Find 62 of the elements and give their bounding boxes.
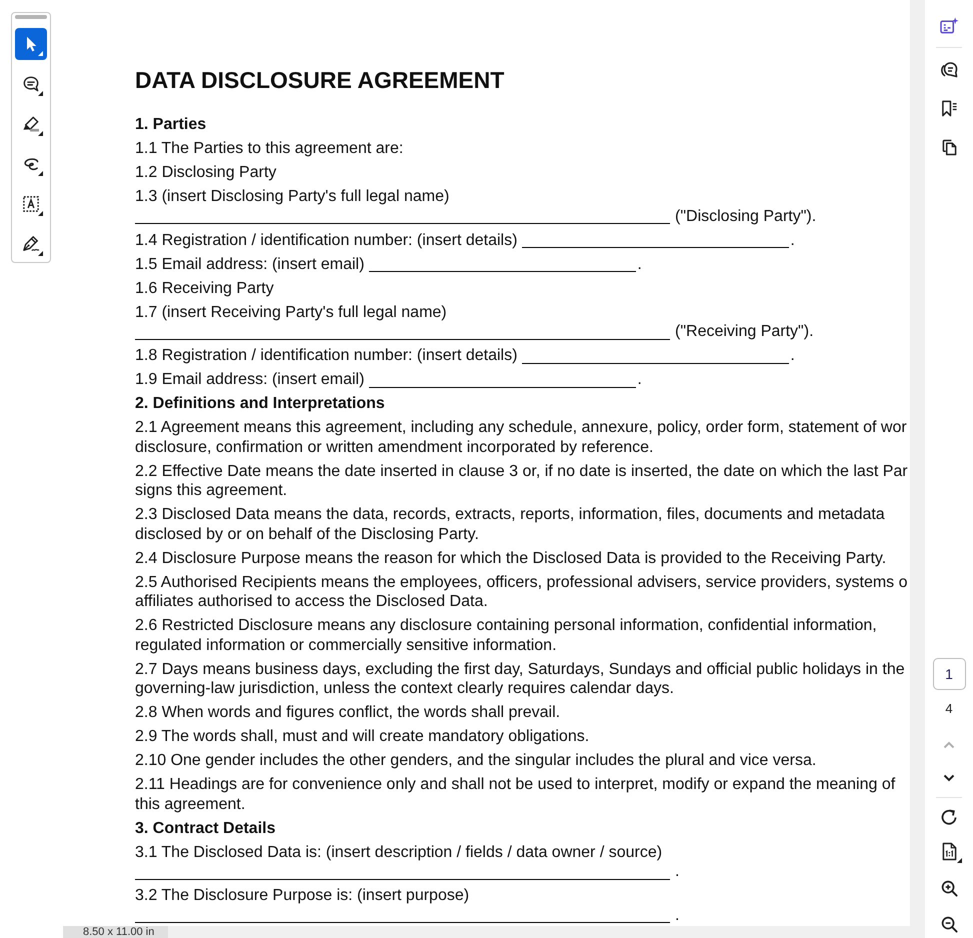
clause-text: 1.2 Disclosing Party	[135, 163, 276, 182]
speech-bubble-icon	[23, 76, 39, 92]
clause-text: 1.8 Registration / identification number: (insert details)	[135, 346, 518, 366]
page-ratio-icon	[942, 842, 956, 860]
clause-text: 2.7 Days means business days, excluding the first day, Saturdays, Sundays and official public holidays in the governing-law jurisdiction, unless the context clearly requires calendar days.	[135, 660, 905, 698]
chevron-down-icon	[943, 774, 955, 782]
bookmark-icon	[940, 100, 958, 116]
clause-text: 2.4 Disclosure Purpose means the reason for which the Disclosed Data is provided to the Receiving Party.	[135, 548, 886, 568]
clause-suffix-text: .	[790, 230, 795, 250]
clause-text: 1.7 (insert Receiving Party's full legal name)	[135, 302, 447, 322]
clause-text: 3.2 The Disclosure Purpose is: (insert purpose)	[135, 886, 470, 906]
clause-text: 2.1 Agreement means this agreement, including any schedule, annexure, policy, order form, statement of wor disclosure, confirmation or written amendment incorporated by reference.	[135, 418, 907, 457]
page-size-label: 8.50 x 11.00 in	[63, 926, 168, 938]
clause-suffix-text: .	[637, 254, 642, 274]
section-heading: 2. Definitions and Interpretations	[135, 394, 385, 414]
clause-text: 2.11 Headings are for convenience only and shall not be used to interpret, modify or expand the meaning of this agreement.	[135, 775, 896, 814]
clause-suffix-text: ("Receiving Party").	[675, 322, 814, 342]
clause-text: 1.1 The Parties to this agreement are:	[135, 139, 404, 158]
caret-icon	[38, 171, 43, 176]
caret-icon	[38, 251, 43, 256]
clause-text: 2.10 One gender includes the other genders, and the singular includes the plural and vice versa.	[135, 751, 816, 770]
cursor-arrow-icon	[26, 36, 36, 52]
page-number-field[interactable]: 1	[932, 658, 966, 690]
copy-pages-icon	[942, 138, 956, 156]
clause-text: 1.6 Receiving Party	[135, 278, 274, 298]
page-count-text: 4	[945, 700, 953, 718]
section-heading: 1. Parties	[135, 115, 206, 134]
chevron-up-icon	[943, 741, 955, 749]
caret-icon	[957, 858, 962, 863]
caret-icon	[38, 51, 43, 56]
sparkle-document-icon	[940, 16, 958, 34]
loop-curve-icon	[22, 157, 40, 171]
caret-icon	[38, 211, 43, 216]
document-title: DATA DISCLOSURE AGREEMENT	[135, 66, 504, 94]
clause-suffix-text: .	[790, 346, 795, 366]
speech-bubbles-icon	[940, 60, 958, 78]
marker-pen-icon	[22, 116, 40, 132]
rotate-clockwise-icon	[940, 808, 958, 826]
clause-text: 1.3 (insert Disclosing Party's full legal name)	[135, 187, 450, 206]
clause-suffix-text: ("Disclosing Party").	[675, 206, 816, 226]
clause-text: 2.8 When words and figures conflict, the words shall prevail.	[135, 703, 560, 722]
caret-icon	[38, 131, 43, 136]
clause-suffix-text: .	[675, 862, 680, 882]
clause-text: 2.3 Disclosed Data means the data, records, extracts, reports, information, files, documents and metadata disclosed by or on behalf of the Disclosing Party.	[135, 505, 885, 544]
pen-nib-icon	[22, 236, 40, 252]
clause-suffix-text: .	[675, 906, 680, 925]
clause-text: 3.1 The Disclosed Data is: (insert description / fields / data owner / source)	[135, 842, 662, 862]
clause-text: 2.6 Restricted Disclosure means any disclosure containing personal information, confidential information, regulated information or commercially sensitive information.	[135, 616, 877, 655]
clause-text: 2.2 Effective Date means the date inserted in clause 3 or, if no date is inserted, the date on which the last Par signs this agreement.	[135, 462, 908, 500]
select-tool-button[interactable]	[15, 28, 47, 60]
clause-text: 1.9 Email address: (insert email)	[135, 370, 364, 390]
zoom-in-icon	[940, 880, 958, 896]
drag-handle[interactable]	[15, 15, 47, 19]
clause-text: 2.5 Authorised Recipients means the employees, officers, professional advisers, service providers, systems o affiliates authorised to access the Disclosed Data.	[135, 572, 908, 612]
clause-suffix-text: .	[637, 370, 642, 390]
dashed-letter-box-icon	[23, 196, 39, 212]
clause-text: 2.9 The words shall, must and will create mandatory obligations.	[135, 727, 590, 746]
zoom-out-icon	[940, 916, 958, 932]
clause-text: 1.5 Email address: (insert email)	[135, 254, 364, 274]
clause-text: 1.4 Registration / identification number: (insert details)	[135, 230, 518, 250]
caret-icon	[38, 91, 43, 96]
section-heading: 3. Contract Details	[135, 818, 276, 838]
